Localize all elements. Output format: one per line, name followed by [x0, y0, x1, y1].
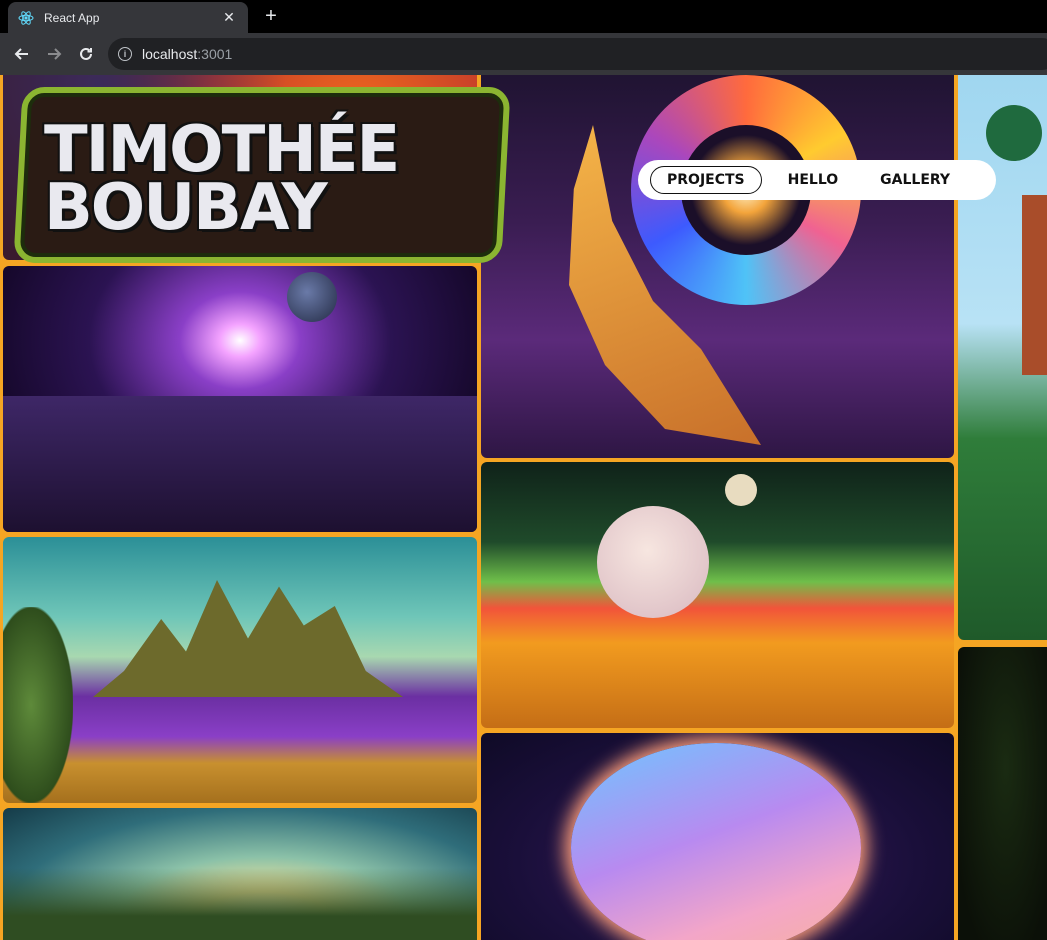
info-icon[interactable]: i: [118, 47, 132, 61]
close-icon[interactable]: ✕: [220, 9, 238, 26]
artwork-tile-portal[interactable]: [481, 75, 954, 458]
artwork-tile-oval-portal[interactable]: [481, 733, 954, 940]
artwork-tile-moon-desert[interactable]: [481, 462, 954, 728]
artwork-tile-dark[interactable]: [958, 647, 1047, 940]
badge-shape: [986, 105, 1042, 161]
back-arrow-icon[interactable]: [8, 40, 36, 68]
logo-line-2: BOUBAY: [44, 171, 328, 245]
nav-projects[interactable]: PROJECTS: [650, 166, 762, 194]
main-nav: PROJECTS HELLO GALLERY: [638, 160, 996, 200]
browser-tab-bar: React App ✕ +: [0, 0, 1047, 33]
gallery-page: TIMOTHÉE BOUBAY PROJECTS HELLO GALLERY: [0, 75, 1047, 940]
reload-icon[interactable]: [72, 40, 100, 68]
browser-tab[interactable]: React App ✕: [8, 2, 248, 33]
site-logo[interactable]: TIMOTHÉE BOUBAY: [13, 87, 511, 263]
browser-toolbar: i localhost:3001: [0, 33, 1047, 75]
nav-hello[interactable]: HELLO: [772, 167, 855, 193]
url-port: :3001: [197, 46, 233, 62]
nav-gallery[interactable]: GALLERY: [864, 167, 966, 193]
oval-shape: [571, 743, 861, 940]
new-tab-icon[interactable]: +: [260, 4, 282, 28]
url-host: localhost: [142, 46, 198, 62]
address-bar[interactable]: i localhost:3001: [108, 38, 1047, 70]
foliage-shape: [3, 868, 477, 940]
clouds-shape: [3, 396, 477, 532]
planet-shape: [287, 272, 337, 322]
artwork-tile-purple-horizon[interactable]: [3, 266, 477, 532]
react-icon: [18, 10, 34, 26]
tab-title: React App: [44, 10, 100, 25]
tower-shape: [1022, 195, 1047, 375]
moon-shape: [597, 506, 709, 618]
artwork-tile-island[interactable]: [3, 537, 477, 803]
plants-left-shape: [3, 607, 73, 803]
small-moon-shape: [725, 474, 757, 506]
artwork-tile-garden[interactable]: [3, 808, 477, 940]
forward-arrow-icon[interactable]: [40, 40, 68, 68]
mountain-shape: [93, 580, 403, 697]
